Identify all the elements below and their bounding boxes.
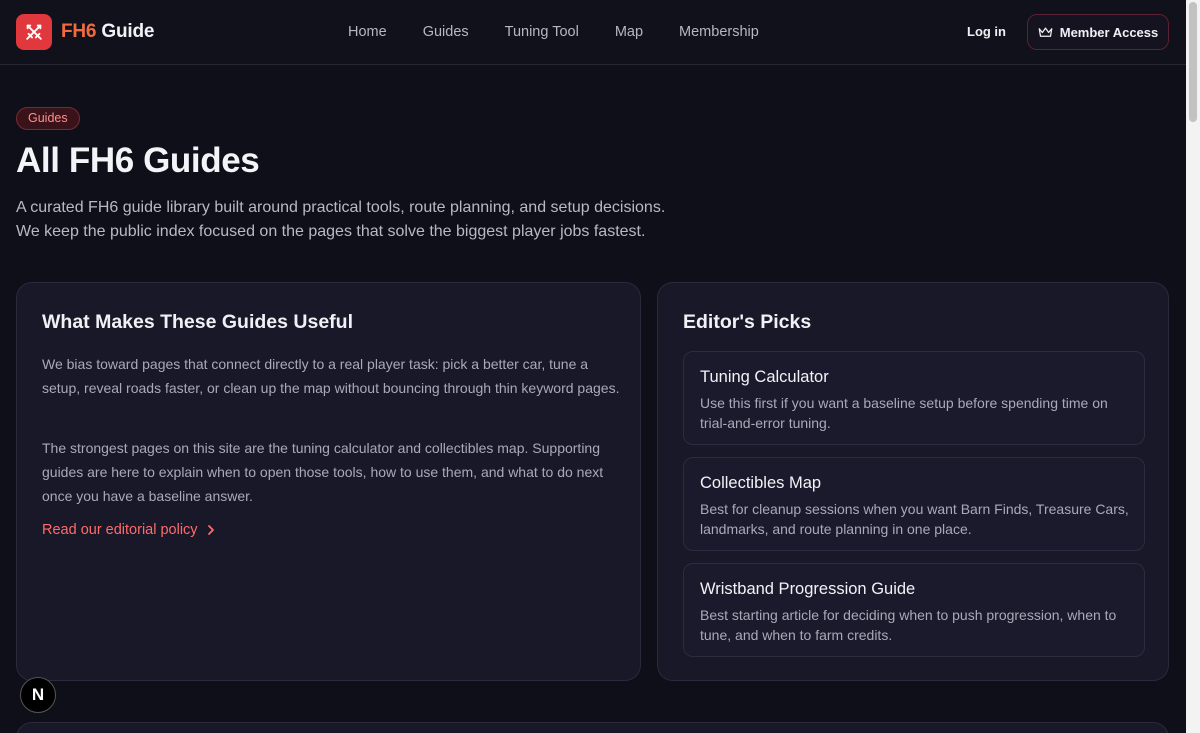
pick-description: Use this first if you want a baseline se… [700, 395, 1108, 431]
picks-card-title: Editor's Picks [683, 311, 812, 333]
nav-home[interactable]: Home [348, 24, 387, 40]
member-access-label: Member Access [1059, 24, 1159, 40]
login-link[interactable]: Log in [967, 24, 1006, 39]
useful-paragraph-2: The strongest pages on this site are the… [42, 440, 604, 504]
page: FH6 Guide Home Guides Tuning Tool Map Me… [0, 0, 1200, 733]
useful-card-title: What Makes These Guides Useful [42, 311, 354, 333]
page-title: All FH6 Guides [16, 141, 260, 180]
pick-tuning-calculator[interactable]: Tuning Calculator Use this first if you … [683, 351, 1145, 445]
pick-collectibles-map[interactable]: Collectibles Map Best for cleanup sessio… [683, 457, 1145, 551]
next-section-card [16, 722, 1169, 733]
editorial-policy-link[interactable]: Read our editorial policy [42, 522, 215, 538]
pick-description: Best for cleanup sessions when you want … [700, 501, 1129, 537]
logo-wordmark: FH6 Guide [61, 21, 154, 43]
crown-icon [1038, 27, 1053, 37]
dev-tools-badge[interactable]: N [20, 677, 56, 713]
editorial-policy-label: Read our editorial policy [42, 522, 198, 538]
page-scrollbar[interactable] [1186, 0, 1200, 733]
page-subtitle: A curated FH6 guide library built around… [16, 196, 736, 244]
pick-wristband-guide[interactable]: Wristband Progression Guide Best startin… [683, 563, 1145, 657]
section-badge: Guides [16, 107, 80, 130]
subtitle-line-2: We keep the public index focused on the … [16, 223, 646, 240]
pick-title: Collectibles Map [700, 474, 822, 492]
crossed-swords-icon [16, 14, 52, 50]
nav-map[interactable]: Map [615, 24, 643, 40]
useful-guides-card: What Makes These Guides Useful We bias t… [16, 282, 641, 681]
pick-title: Wristband Progression Guide [700, 580, 916, 598]
subtitle-line-1: A curated FH6 guide library built around… [16, 199, 666, 216]
logo-link[interactable]: FH6 Guide [16, 14, 154, 50]
nav-membership[interactable]: Membership [679, 24, 759, 40]
editors-picks-card: Editor's Picks Tuning Calculator Use thi… [657, 282, 1169, 681]
pick-description: Best starting article for deciding when … [700, 607, 1117, 643]
nav-guides[interactable]: Guides [423, 24, 469, 40]
site-header: FH6 Guide Home Guides Tuning Tool Map Me… [0, 0, 1186, 65]
useful-paragraph-1: We bias toward pages that connect direct… [42, 356, 620, 396]
member-access-button[interactable]: Member Access [1027, 14, 1169, 50]
main-nav: Home Guides Tuning Tool Map Membership [348, 0, 795, 64]
scrollbar-thumb[interactable] [1189, 2, 1197, 122]
nav-tuning-tool[interactable]: Tuning Tool [505, 24, 579, 40]
logo-plain-text: Guide [101, 21, 155, 42]
pick-title: Tuning Calculator [700, 368, 829, 386]
chevron-right-icon [207, 525, 214, 535]
logo-accent-text: FH6 [61, 21, 97, 42]
